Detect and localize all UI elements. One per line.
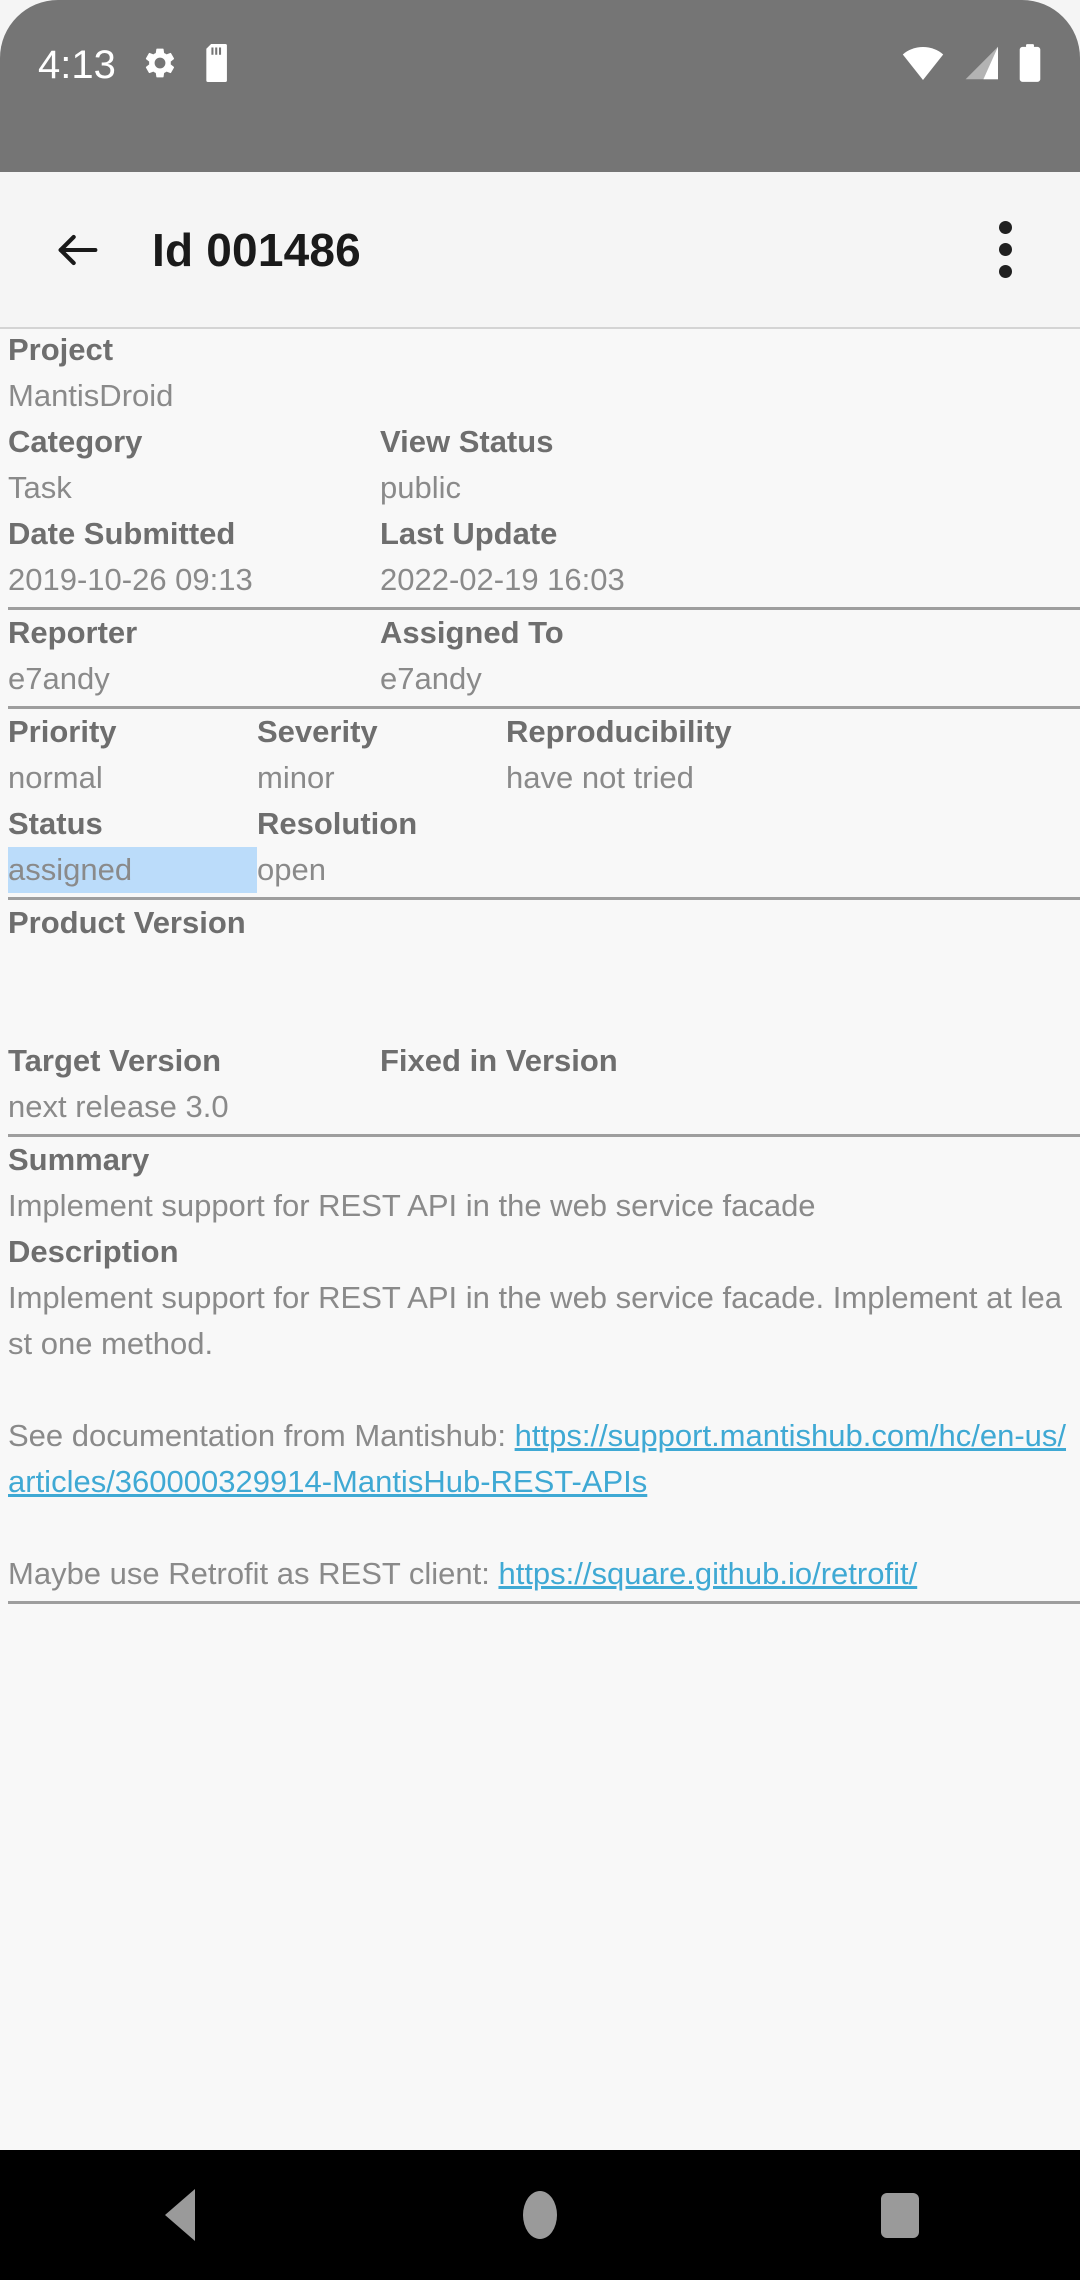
target-version-label: Target Version <box>8 1043 222 1078</box>
overflow-dot <box>998 243 1012 256</box>
status-value[interactable]: assigned <box>8 847 257 893</box>
status-label: Status <box>8 806 103 841</box>
field-row-dates: Date Submitted 2019-10-26 09:13 Last Upd… <box>8 511 1072 603</box>
nav-back-button[interactable] <box>120 2150 240 2280</box>
product-version-label: Product Version <box>8 905 246 940</box>
reproducibility-label: Reproducibility <box>506 714 732 749</box>
field-group-triage: Priority normal Severity minor Reproduci… <box>4 709 1080 900</box>
wifi-icon <box>902 46 944 85</box>
reproducibility-value: have not tried <box>506 760 694 795</box>
target-version-value: next release 3.0 <box>8 1089 229 1124</box>
priority-label: Priority <box>8 714 117 749</box>
severity-label: Severity <box>257 714 378 749</box>
nav-home-icon <box>523 2191 557 2239</box>
resolution-value: open <box>257 852 326 887</box>
status-bar-right <box>902 43 1080 87</box>
nav-recents-icon <box>881 2192 919 2238</box>
field-group-general: Project MantisDroid Category Task View S… <box>4 327 1080 610</box>
field-row-project: Project MantisDroid <box>8 327 1072 419</box>
sd-card-icon <box>204 43 234 87</box>
description-text-2: See documentation from Mantishub: <box>8 1418 515 1453</box>
battery-icon <box>1018 43 1042 87</box>
description-paragraph-2: See documentation from Mantishub: https:… <box>8 1413 1072 1505</box>
view-status-label: View Status <box>380 424 554 459</box>
nav-home-button[interactable] <box>480 2150 600 2280</box>
field-group-text: Summary Implement support for REST API i… <box>4 1137 1080 1604</box>
summary-value: Implement support for REST API in the we… <box>8 1188 816 1223</box>
last-update-label: Last Update <box>380 516 558 551</box>
overflow-dot <box>998 221 1012 234</box>
nav-recents-button[interactable] <box>840 2150 960 2280</box>
product-version-value <box>8 946 1072 992</box>
retrofit-link[interactable]: https://square.github.io/retrofit/ <box>498 1556 917 1591</box>
summary-label: Summary <box>8 1142 150 1177</box>
android-navigation-bar <box>0 2150 1080 2280</box>
more-options-icon[interactable] <box>960 200 1050 300</box>
description-gap <box>8 1505 1072 1551</box>
date-submitted-value: 2019-10-26 09:13 <box>8 562 253 597</box>
reporter-label: Reporter <box>8 615 138 650</box>
assigned-to-value: e7andy <box>380 661 482 696</box>
status-bar: 4:13 <box>0 0 1080 172</box>
page-title: Id 001486 <box>152 223 361 276</box>
field-row-category-viewstatus: Category Task View Status public <box>8 419 1072 511</box>
clock: 4:13 <box>38 43 116 87</box>
project-label: Project <box>8 332 114 367</box>
back-arrow-icon[interactable] <box>28 200 128 300</box>
field-row-status-resolution: Status assigned Resolution open <box>8 801 1072 893</box>
field-row-product-version: Product Version <box>8 900 1072 992</box>
description-paragraph-3: Maybe use Retrofit as REST client: https… <box>8 1551 1072 1597</box>
app-bar: Id 001486 <box>0 172 1080 327</box>
field-row-target-fixed-version: Target Version next release 3.0 Fixed in… <box>8 1038 1072 1130</box>
description-paragraph-1: Implement support for REST API in the we… <box>8 1280 1062 1361</box>
field-row-reporter-assigned: Reporter e7andy Assigned To e7andy <box>8 610 1072 702</box>
date-submitted-label: Date Submitted <box>8 516 236 551</box>
status-bar-left: 4:13 <box>0 43 234 87</box>
reporter-value: e7andy <box>8 661 110 696</box>
gear-icon <box>142 45 178 86</box>
last-update-value: 2022-02-19 16:03 <box>380 562 625 597</box>
field-row-priority-severity-repro: Priority normal Severity minor Reproduci… <box>8 709 1072 801</box>
description-gap <box>8 1367 1072 1413</box>
issue-detail-panel[interactable]: Project MantisDroid Category Task View S… <box>0 327 1080 2150</box>
severity-value: minor <box>257 760 335 795</box>
nav-back-icon <box>165 2189 195 2241</box>
field-group-versions: Product Version Target Version next rele… <box>4 900 1080 1137</box>
field-group-people: Reporter e7andy Assigned To e7andy <box>4 610 1080 709</box>
description-label: Description <box>8 1234 179 1269</box>
assigned-to-label: Assigned To <box>380 615 564 650</box>
description-text-3: Maybe use Retrofit as REST client: <box>8 1556 499 1591</box>
fixed-in-version-value <box>380 1084 752 1130</box>
priority-value: normal <box>8 760 103 795</box>
fixed-in-version-label: Fixed in Version <box>380 1043 618 1078</box>
project-value: MantisDroid <box>8 378 174 413</box>
divider <box>8 1601 1080 1604</box>
cellular-signal-icon <box>962 46 1000 85</box>
versions-spacer <box>8 992 1072 1038</box>
resolution-label: Resolution <box>257 806 418 841</box>
category-label: Category <box>8 424 143 459</box>
view-status-value: public <box>380 470 461 505</box>
content-top-divider <box>0 327 1080 329</box>
overflow-dot <box>998 265 1012 278</box>
category-value: Task <box>8 470 72 505</box>
phone-screen: 4:13 Id 001486 Project MantisDroid Categ… <box>0 0 1080 2280</box>
